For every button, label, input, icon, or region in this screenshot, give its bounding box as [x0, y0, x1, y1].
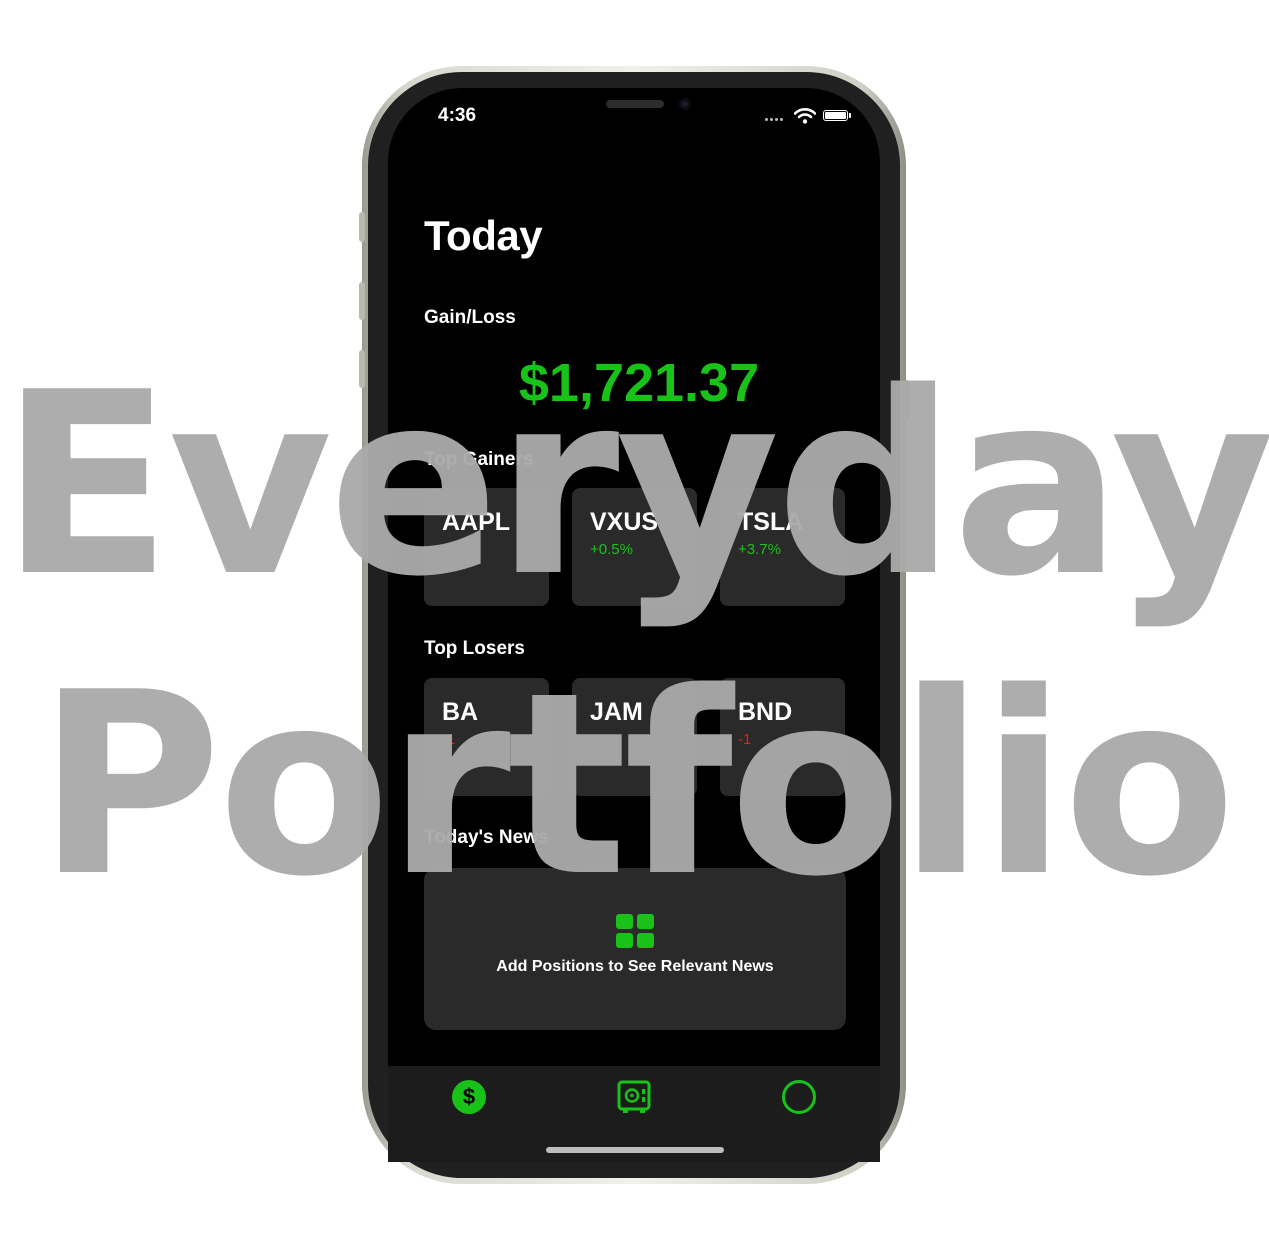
tab-other[interactable]	[782, 1080, 816, 1114]
gain-loss-label: Gain/Loss	[424, 307, 516, 328]
cellular-signal-icon	[765, 118, 787, 122]
status-time: 4:36	[438, 105, 477, 126]
watermark-line-1: Everyday	[0, 339, 1269, 632]
battery-tip	[849, 113, 851, 118]
battery-icon	[823, 110, 848, 121]
wifi-icon	[794, 108, 816, 124]
dollar-icon: $	[462, 1084, 476, 1109]
safe-icon[interactable]	[617, 1080, 651, 1114]
news-empty-text: Add Positions to See Relevant News	[496, 958, 774, 975]
volume-up-button	[359, 282, 365, 320]
silent-switch	[359, 212, 365, 242]
tab-today[interactable]: $	[452, 1080, 486, 1114]
home-indicator[interactable]	[546, 1147, 724, 1153]
earpiece-speaker	[606, 100, 664, 108]
page-title: Today	[424, 212, 543, 259]
watermark-line-2: Portfolio	[36, 639, 1236, 932]
front-camera	[679, 98, 691, 110]
